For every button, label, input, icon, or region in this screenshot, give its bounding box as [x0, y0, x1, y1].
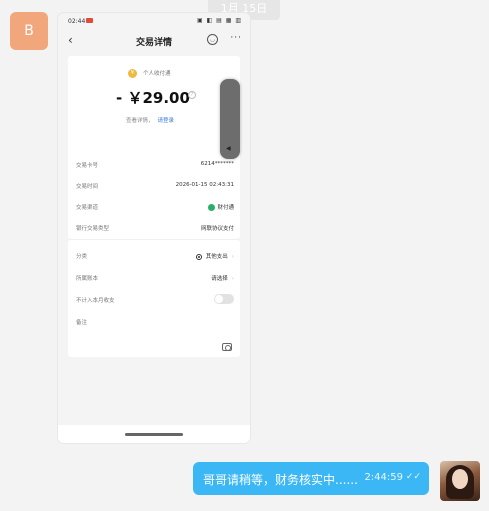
transaction-card: ¥ 个人收付通 - ￥29.00 ? 查看详情， 请登录 交易卡号 6214****… [68, 56, 240, 239]
row-type: 银行交易类型 网联协议支付 [76, 224, 234, 232]
row-value: 2026-01-15 02:43:31 [175, 182, 234, 188]
avatar-face [452, 469, 468, 489]
row-card-number: 交易卡号 6214******* [76, 161, 234, 169]
note-row[interactable]: 备注 [76, 318, 234, 326]
outgoing-message[interactable]: 哥哥请稍等，财务核实中...... 2:44:59 ✓✓ [193, 462, 429, 495]
row-label: 交易时间 [76, 184, 99, 190]
exclude-label: 不计入本月收支 [76, 298, 115, 304]
record-icon [86, 18, 93, 23]
settings-card: 分类 其他支出 › 所属账本 请选择 › 不计入本月收支 备注 [68, 239, 240, 357]
message-text: 哥哥请稍等，财务核实中...... [203, 473, 358, 487]
row-channel: 交易渠道 财付通 [76, 203, 234, 211]
amount: - ￥29.00 [116, 89, 190, 107]
exclude-row: 不计入本月收支 [76, 294, 234, 304]
message-time: 2:44:59 [364, 472, 403, 483]
page-title: 交易详情 [135, 38, 172, 48]
channel-value: 财付通 [217, 205, 234, 211]
read-check-icon: ✓✓ [405, 472, 421, 482]
note-label: 备注 [76, 320, 88, 326]
info-icon[interactable]: ? [188, 91, 196, 99]
account-value-wrap: 请选择 › [211, 274, 234, 282]
status-icons: ▣ ◧ ▤ ▦ ▥ [197, 17, 242, 24]
category-value-wrap: 其他支出 › [195, 252, 234, 260]
speaker-icon: ◀ [226, 145, 231, 152]
camera-icon[interactable] [222, 343, 232, 351]
category-row[interactable]: 分类 其他支出 › [76, 252, 234, 260]
exclude-toggle[interactable] [214, 294, 234, 304]
merchant-name: 个人收付通 [143, 71, 171, 77]
avatar-letter: B [24, 23, 34, 39]
merchant: ¥ 个人收付通 [128, 69, 171, 78]
status-time: 02:44 [68, 18, 86, 25]
row-value: 6214******* [200, 161, 234, 167]
login-link[interactable]: 请登录 [158, 118, 175, 124]
smile-icon[interactable]: ◡ [207, 34, 218, 45]
home-bar [58, 425, 250, 443]
row-label: 交易卡号 [76, 163, 99, 169]
screenshot-image[interactable]: 02:44 ▣ ◧ ▤ ▦ ▥ ‹ 交易详情 ◡ ··· ¥ 个人收付通 - ￥2… [58, 13, 250, 443]
chevron-right-icon: › [231, 276, 234, 282]
my-avatar[interactable] [440, 461, 480, 501]
account-value: 请选择 [211, 276, 228, 282]
row-label: 交易渠道 [76, 205, 99, 211]
hint-text: 查看详情， [126, 118, 154, 124]
account-row[interactable]: 所属账本 请选择 › [76, 274, 234, 282]
coin-icon: ¥ [128, 69, 137, 78]
category-value: 其他支出 [205, 254, 228, 260]
category-label: 分类 [76, 254, 88, 260]
radio-icon [195, 253, 202, 260]
account-label: 所属账本 [76, 276, 99, 282]
home-indicator[interactable] [125, 433, 183, 436]
row-value: 网联协议支付 [200, 226, 234, 232]
chevron-right-icon: › [231, 254, 234, 260]
row-label: 银行交易类型 [76, 226, 110, 232]
row-time: 交易时间 2026-01-15 02:43:31 [76, 182, 234, 190]
contact-avatar[interactable]: B [10, 12, 48, 50]
row-value: 财付通 [208, 203, 234, 211]
wechatpay-icon [208, 204, 216, 211]
more-icon[interactable]: ··· [230, 33, 242, 43]
nav-bar: ‹ 交易详情 ◡ ··· [58, 31, 250, 51]
status-bar: 02:44 ▣ ◧ ▤ ▦ ▥ [58, 13, 250, 29]
floating-volume-bar[interactable]: ◀ [220, 79, 240, 159]
login-hint: 查看详情， 请登录 [126, 116, 174, 124]
